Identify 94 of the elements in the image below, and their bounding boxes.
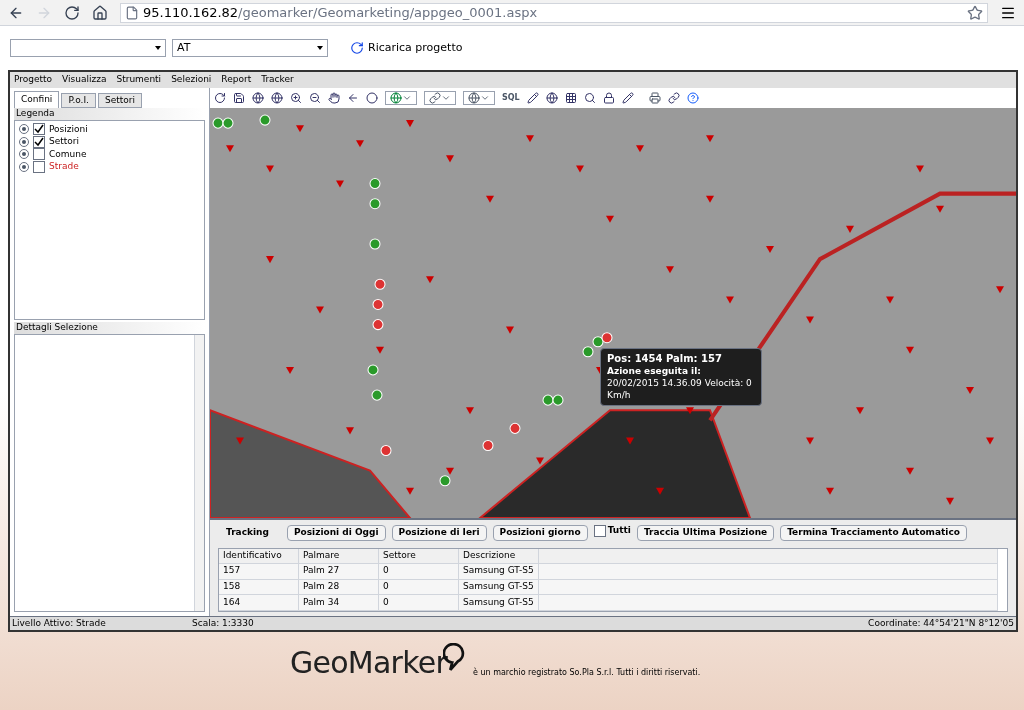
dropdown-button[interactable] (424, 91, 456, 105)
layer-label[interactable]: Comune (49, 147, 87, 161)
table-cell: 157 (219, 563, 299, 579)
checkbox[interactable] (33, 135, 45, 148)
caret-icon (480, 93, 490, 103)
column-header[interactable]: Palmare (299, 549, 379, 563)
table-cell: 164 (219, 595, 299, 610)
link-icon (429, 92, 441, 104)
url-path: /geomarker/Geomarketing/appgeo_0001.aspx (238, 3, 538, 22)
tab[interactable]: Settori (98, 93, 142, 108)
layer-label[interactable]: Posizioni (49, 122, 88, 136)
caret-icon (402, 93, 412, 103)
checkbox-label: Tutti (607, 524, 631, 537)
tracking-button[interactable]: Posizione di Ieri (391, 525, 487, 541)
status-text: Scala: 1:3330 (192, 616, 254, 630)
tooltip-title: Pos: 1454 Palm: 157 (607, 353, 723, 365)
scrollbar[interactable] (997, 549, 1007, 611)
sql-button[interactable]: SQL (502, 92, 520, 104)
caret-icon (441, 93, 451, 103)
tooltip-text: 20/02/2015 14.36.09 Velocità: 0 Km/h (607, 377, 753, 401)
toolbar-icon[interactable] (545, 92, 558, 104)
table-cell: 0 (379, 579, 459, 595)
layer-label[interactable]: Strade (49, 160, 79, 174)
checkbox[interactable] (33, 148, 45, 161)
select-value: AT (177, 39, 191, 56)
menu-item[interactable]: Selezioni (171, 73, 212, 87)
link-icon[interactable] (667, 92, 680, 104)
menu-item[interactable]: Strumenti (116, 73, 162, 87)
address-bar[interactable]: 95.110.162.82/geomarker/Geomarketing/appgeo_0001.aspx (120, 2, 988, 23)
toolbar-icon[interactable] (602, 92, 615, 104)
tracking-button[interactable]: Termina Tracciamento Automatico (780, 525, 967, 541)
tracking-button[interactable]: Posizioni giorno (492, 525, 588, 541)
toolbar-icon[interactable] (252, 92, 264, 104)
status-text: Coordinate: 44°54'21"N 8°12'05 (868, 616, 1014, 630)
table-cell: Samsung GT-S5 (459, 579, 539, 595)
column-header[interactable]: Identificativo (219, 549, 299, 563)
select-field[interactable] (10, 39, 166, 57)
table-cell: Palm 27 (299, 563, 379, 579)
print-icon[interactable] (648, 92, 661, 104)
toolbar-icon[interactable] (309, 92, 321, 104)
dropdown-button[interactable] (463, 91, 495, 105)
status-text: Livello Attivo: Strade (12, 616, 107, 630)
home-icon[interactable] (92, 4, 108, 21)
tracking-label: Tracking (225, 526, 270, 540)
tracking-button[interactable]: Traccia Ultima Posizione (636, 525, 775, 541)
toolbar-icon[interactable] (621, 92, 634, 104)
dropdown-arrow-icon (317, 46, 323, 50)
menu-item[interactable]: Progetto (14, 73, 53, 87)
toolbar-icon[interactable] (328, 92, 340, 104)
copyright-text: è un marchio registrato So.Pla S.r.l. Tutti i diritti riservati. (473, 666, 701, 679)
menu-item[interactable]: Visualizza (62, 73, 107, 87)
table-cell: Palm 34 (299, 595, 379, 610)
tooltip-subtitle: Azione eseguita il: (607, 365, 702, 377)
tab[interactable]: P.o.I. (61, 93, 96, 108)
table-cell: 158 (219, 579, 299, 595)
checkbox[interactable] (33, 160, 45, 173)
reload-icon (350, 41, 364, 55)
help-icon[interactable] (686, 92, 699, 104)
checkbox[interactable] (593, 524, 606, 537)
select-field[interactable]: AT (172, 39, 328, 57)
toolbar-icon[interactable] (347, 92, 359, 104)
checkbox[interactable] (33, 123, 45, 136)
map-drawing[interactable] (210, 108, 1016, 518)
toolbar-icon[interactable] (214, 92, 226, 104)
toolbar-icon[interactable] (564, 92, 577, 104)
toolbar-icon[interactable] (583, 92, 596, 104)
toolbar-icon[interactable] (290, 92, 302, 104)
menu-item[interactable]: Tracker (261, 73, 294, 87)
tab[interactable]: Confini (14, 91, 60, 108)
geomarker-logo: GeoMarker (290, 644, 447, 682)
table-cell: Samsung GT-S5 (459, 563, 539, 579)
page-icon (125, 5, 139, 20)
url-host: 95.110.162.82 (143, 3, 239, 22)
globe-icon (468, 92, 480, 104)
reload-icon[interactable] (64, 4, 80, 21)
scrollbar[interactable] (194, 335, 204, 611)
column-header[interactable]: Settore (379, 549, 459, 563)
column-header[interactable]: Descrizione (459, 549, 539, 563)
globe-icon (390, 92, 402, 104)
toolbar-icon[interactable] (271, 92, 283, 104)
toolbar-icon[interactable] (233, 92, 245, 104)
star-icon[interactable] (967, 4, 983, 21)
tracking-button[interactable]: Posizioni di Oggi (286, 525, 386, 541)
table-cell: Samsung GT-S5 (459, 595, 539, 610)
toolbar-icon[interactable] (366, 92, 378, 104)
table-cell: 0 (379, 595, 459, 610)
reload-project-button[interactable]: Ricarica progetto (350, 39, 463, 57)
table-cell: 0 (379, 563, 459, 579)
menu-item[interactable]: Report (221, 73, 252, 87)
dropdown-arrow-icon (155, 46, 161, 50)
toolbar-icon[interactable] (526, 92, 539, 104)
table-cell: Palm 28 (299, 579, 379, 595)
dropdown-button[interactable] (385, 91, 417, 105)
layer-label[interactable]: Settori (49, 135, 79, 149)
